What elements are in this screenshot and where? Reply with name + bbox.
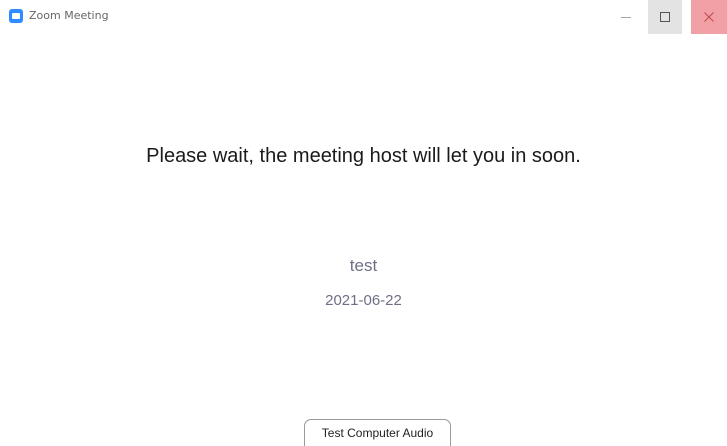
title-bar[interactable]: Zoom Meeting [0, 0, 727, 34]
close-button[interactable] [691, 0, 727, 34]
zoom-camera-icon [9, 9, 23, 23]
maximize-button[interactable] [648, 0, 682, 34]
waiting-message: Please wait, the meeting host will let y… [146, 145, 581, 167]
meeting-date: 2021-06-22 [325, 292, 402, 309]
window-title: Zoom Meeting [29, 9, 109, 22]
meeting-topic: test [349, 256, 378, 275]
minimize-icon [621, 17, 631, 18]
zoom-waiting-room-window: Zoom Meeting Please wait, the meeting ho… [0, 0, 727, 446]
minimize-button[interactable] [609, 0, 643, 34]
close-icon [704, 12, 714, 22]
test-computer-audio-button[interactable]: Test Computer Audio [304, 419, 451, 446]
maximize-icon [660, 12, 670, 22]
